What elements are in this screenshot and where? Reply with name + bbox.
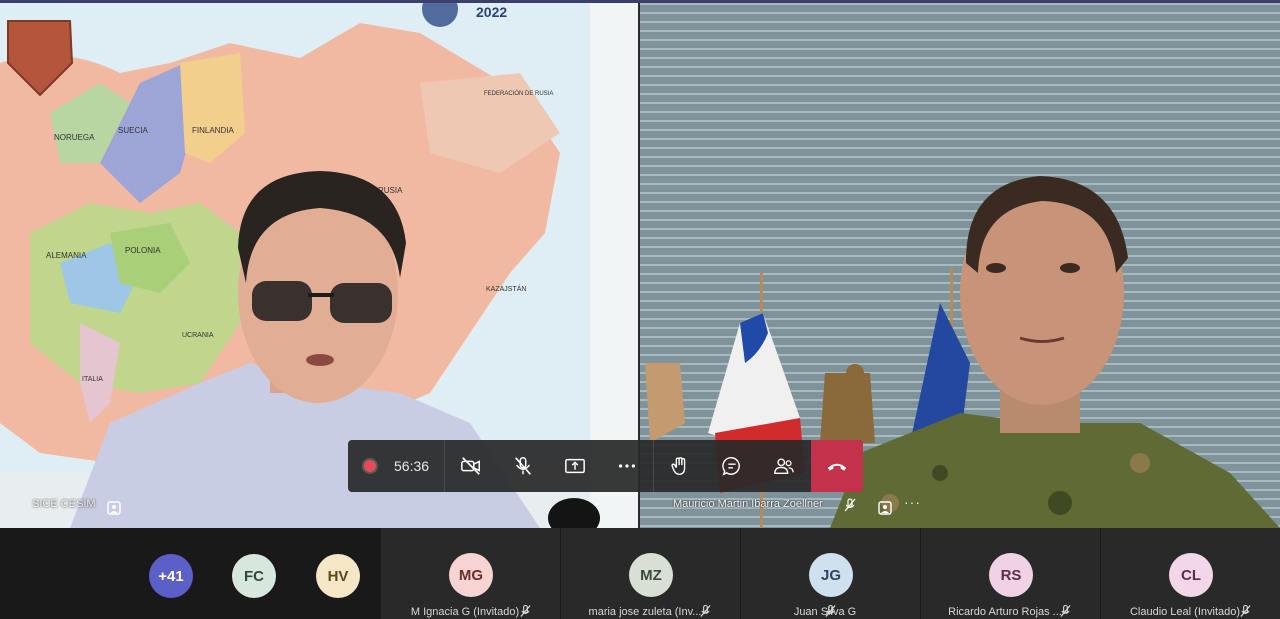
mic-off-icon: [700, 604, 711, 617]
participant-tile[interactable]: MG M Ignacia G (Invitado): [381, 528, 560, 619]
participants-icon: [774, 458, 794, 475]
call-timer: 56:36: [394, 458, 430, 474]
overflow-participants[interactable]: +41 FC HV: [0, 528, 380, 619]
map-label: ALEMANIA: [46, 251, 87, 260]
record-icon: [362, 458, 378, 474]
mic-off-icon: [825, 604, 836, 617]
camera-off-icon: [461, 457, 480, 475]
mic-off-icon: [844, 498, 856, 512]
participant-tile[interactable]: RS Ricardo Arturo Rojas ...: [921, 528, 1100, 619]
pinned-icon[interactable]: [107, 501, 121, 515]
participant-name: maria jose zuleta (Inv...: [588, 606, 702, 618]
participant-tile[interactable]: CL Claudio Leal (Invitado): [1101, 528, 1280, 619]
participant-tile[interactable]: JG Juan Silva G: [741, 528, 920, 619]
mic-off-icon: [515, 457, 531, 475]
camera-toggle-button[interactable]: [445, 440, 497, 492]
raise-hand-icon: [671, 457, 686, 475]
avatar: CL: [1169, 553, 1213, 597]
chat-icon: [722, 457, 740, 476]
avatar: MG: [449, 553, 493, 597]
participant-name-label: Mauricio Martin Ibarra Zoellner: [673, 498, 823, 510]
map-label: UCRANIA: [182, 332, 214, 339]
avatar[interactable]: HV: [316, 554, 360, 598]
participant-name: Ricardo Arturo Rojas ...: [948, 606, 1062, 618]
map-label: KAZAJSTÁN: [486, 284, 526, 293]
map-label: SUECIA: [118, 126, 148, 135]
hang-up-button[interactable]: [811, 440, 863, 492]
participant-name: M Ignacia G (Invitado): [410, 606, 520, 618]
map-label: NORUEGA: [54, 133, 95, 142]
overflow-count-avatar[interactable]: +41: [149, 554, 193, 598]
more-actions-button[interactable]: [601, 440, 653, 492]
mic-off-icon: [520, 604, 531, 617]
mic-toggle-button[interactable]: [497, 440, 549, 492]
participant-tile[interactable]: MZ maria jose zuleta (Inv...: [561, 528, 740, 619]
map-year: 2022: [476, 4, 507, 20]
avatar[interactable]: FC: [232, 554, 276, 598]
participant-strip: +41 FC HV MG M Ignacia G (Invitado) MZ m…: [0, 528, 1280, 619]
participant-name-label: SICE CESIM: [32, 498, 96, 510]
participant-name: Claudio Leal (Invitado): [1129, 606, 1241, 618]
chat-button[interactable]: [706, 440, 758, 492]
map-label: FINLANDIA: [192, 126, 234, 135]
share-screen-icon: [565, 458, 585, 474]
map-label: POLONIA: [125, 246, 161, 255]
participants-button[interactable]: [758, 440, 810, 492]
map-label: ITALIA: [82, 376, 103, 383]
pinned-icon[interactable]: [878, 501, 892, 515]
avatar: MZ: [629, 553, 673, 597]
hang-up-icon: [827, 463, 847, 471]
call-toolbar: 56:36: [348, 440, 863, 492]
mic-off-icon: [1060, 604, 1071, 617]
avatar: JG: [809, 553, 853, 597]
raise-hand-button[interactable]: [654, 440, 706, 492]
recording-indicator: 56:36: [348, 440, 445, 492]
share-screen-button[interactable]: [549, 440, 601, 492]
mic-off-icon: [1240, 604, 1251, 617]
more-icon: [618, 464, 636, 468]
map-label: FEDERACIÓN DE RUSIA: [484, 90, 553, 97]
avatar: RS: [989, 553, 1033, 597]
more-options-icon[interactable]: ···: [904, 494, 921, 510]
